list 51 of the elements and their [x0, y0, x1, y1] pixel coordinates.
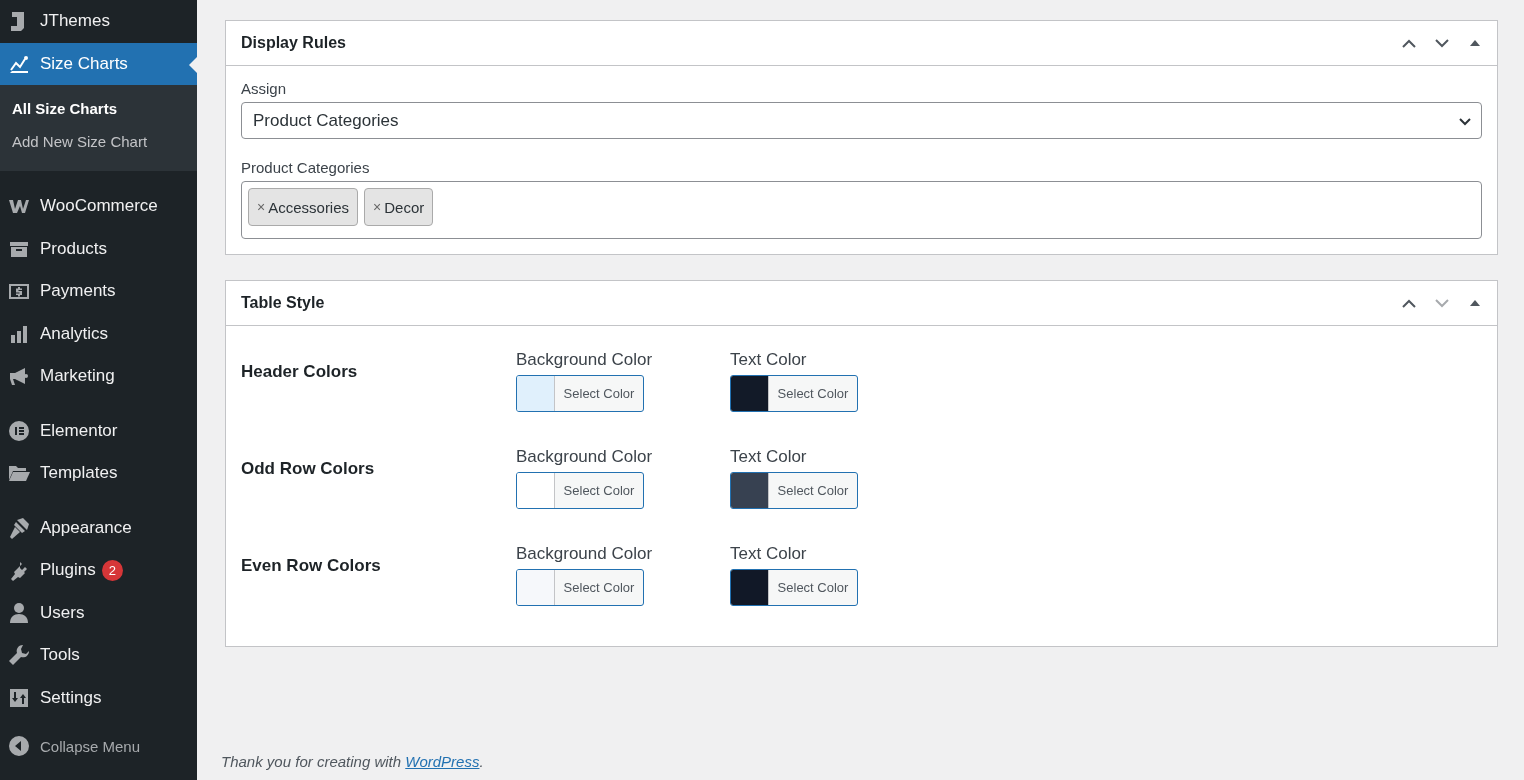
- setting-label: Odd Row Colors: [241, 458, 376, 479]
- update-count-badge: 2: [101, 559, 123, 581]
- sidebar-menu-item[interactable]: Elementor: [0, 409, 197, 452]
- sliders-icon: [8, 686, 30, 709]
- collapse-menu-button[interactable]: Collapse Menu: [0, 725, 197, 768]
- circle-e-icon: [8, 419, 30, 442]
- color-label: Text Color: [730, 350, 808, 370]
- submenu-item[interactable]: Add New Size Chart: [0, 126, 197, 159]
- color-label: Text Color: [730, 544, 808, 564]
- color-label: Background Color: [516, 350, 654, 370]
- megaphone-icon: [8, 365, 30, 388]
- setting-label: Header Colors: [241, 361, 359, 382]
- plug-icon: [8, 559, 30, 582]
- field-label: Product Categories: [241, 159, 371, 176]
- sidebar-menu-item[interactable]: Analytics: [0, 312, 197, 355]
- wrench-icon: [8, 644, 30, 667]
- collapse-icon: [8, 735, 30, 758]
- sidebar-menu-item[interactable]: Payments: [0, 270, 197, 313]
- sidebar-menu-item[interactable]: Products: [0, 227, 197, 270]
- color-label: Background Color: [516, 544, 654, 564]
- field-label: Assign: [241, 80, 288, 97]
- setting-label: Even Row Colors: [241, 555, 382, 576]
- color-label: Text Color: [730, 447, 808, 467]
- sidebar-menu-item[interactable]: Marketing: [0, 355, 197, 398]
- sidebar-menu-item[interactable]: Settings: [0, 676, 197, 719]
- panel-title: Display Rules: [241, 34, 347, 52]
- categories-field[interactable]: × Accessories × Decor: [241, 181, 1482, 239]
- sidebar-menu-item[interactable]: JThemes: [0, 0, 197, 43]
- sidebar-menu-item[interactable]: WooCommerce: [0, 185, 197, 228]
- assign-select[interactable]: Product Categories: [241, 102, 1482, 139]
- color-picker-button[interactable]: Select Color: [516, 375, 644, 412]
- color-picker-button[interactable]: Select Color: [516, 472, 644, 509]
- sidebar-menu-item[interactable]: Users: [0, 591, 197, 634]
- color-picker-button[interactable]: Select Color: [730, 569, 858, 606]
- user-icon: [8, 601, 30, 624]
- category-tag: × Accessories: [248, 188, 359, 226]
- color-picker-button[interactable]: Select Color: [516, 569, 644, 606]
- color-picker-button[interactable]: Select Color: [730, 472, 858, 509]
- color-label: Background Color: [516, 447, 654, 467]
- remove-tag-button[interactable]: ×: [373, 199, 382, 215]
- sidebar-menu-item[interactable]: Tools: [0, 634, 197, 677]
- panel-title: Table Style: [241, 294, 326, 312]
- sidebar-menu-item[interactable]: Plugins 2: [0, 549, 197, 592]
- footer-text: Thank you for creating with WordPress.: [221, 753, 485, 770]
- color-picker-button[interactable]: Select Color: [730, 375, 858, 412]
- remove-tag-button[interactable]: ×: [257, 199, 266, 215]
- sidebar-menu-item[interactable]: Templates: [0, 452, 197, 495]
- sidebar-menu-item[interactable]: Appearance: [0, 506, 197, 549]
- submenu-item[interactable]: All Size Charts: [0, 93, 197, 126]
- category-tag: × Decor: [364, 188, 434, 226]
- sidebar-menu-item[interactable]: Size Charts: [0, 42, 197, 85]
